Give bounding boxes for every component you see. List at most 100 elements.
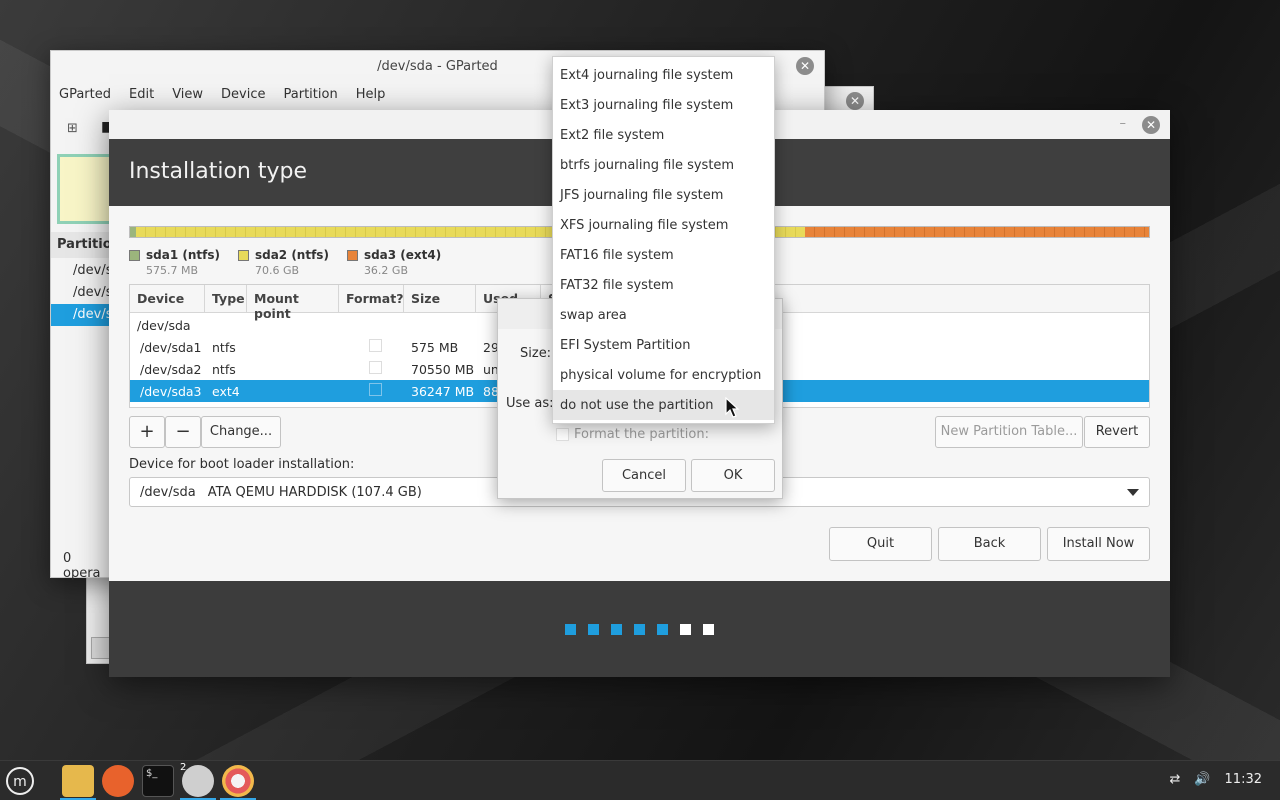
cell-format (339, 361, 404, 377)
format-partition-label: Format the partition: (574, 427, 709, 442)
cell-format (339, 339, 404, 355)
legend-item: sda1 (ntfs) 575.7 MB (129, 248, 220, 277)
progress-dot-pending (680, 624, 691, 635)
option-do-not-use[interactable]: do not use the partition (553, 390, 774, 420)
close-icon[interactable]: ✕ (796, 57, 814, 75)
progress-dot-done (657, 624, 668, 635)
column-size[interactable]: Size (404, 285, 476, 312)
option-efi[interactable]: EFI System Partition (553, 330, 774, 360)
cell-type: ntfs (212, 361, 236, 377)
minimize-icon[interactable]: – (1120, 116, 1127, 131)
option-swap[interactable]: swap area (553, 300, 774, 330)
option-ext4[interactable]: Ext4 journaling file system (553, 60, 774, 90)
system-tray: ⇄ 🔊 11:32 (1169, 772, 1262, 787)
boot-device-description: ATA QEMU HARDDISK (107.4 GB) (207, 484, 422, 500)
size-label: Size: (520, 346, 552, 361)
clock[interactable]: 11:32 (1225, 772, 1262, 787)
mint-menu-icon[interactable]: m (4, 765, 36, 797)
cell-device: /dev/sda3 (140, 383, 202, 399)
column-format[interactable]: Format? (339, 285, 404, 312)
network-icon[interactable]: ⇄ (1169, 772, 1180, 787)
boot-loader-label: Device for boot loader installation: (129, 457, 355, 472)
files-icon[interactable] (62, 765, 94, 797)
remove-partition-button[interactable]: − (165, 416, 201, 448)
cell-device: /dev/sda2 (140, 361, 202, 377)
cell-type: ext4 (212, 383, 240, 399)
change-partition-button[interactable]: Change... (201, 416, 281, 448)
option-fat32[interactable]: FAT32 file system (553, 270, 774, 300)
gparted-icon[interactable] (222, 765, 254, 797)
option-encryption[interactable]: physical volume for encryption (553, 360, 774, 390)
quit-button[interactable]: Quit (829, 527, 932, 561)
legend-name: sda1 (ntfs) (146, 248, 220, 262)
cell-size: 36247 MB (411, 383, 475, 399)
gparted-title: /dev/sda - GParted (377, 58, 498, 74)
cell-size: 70550 MB (411, 361, 475, 377)
format-option[interactable]: Format the partition: (556, 427, 709, 442)
disk-legend: sda1 (ntfs) 575.7 MB sda2 (ntfs) 70.6 GB… (129, 248, 441, 277)
segment-sda3 (805, 227, 1149, 237)
back-button[interactable]: Back (938, 527, 1041, 561)
legend-swatch (237, 249, 249, 261)
use-as-label: Use as: (506, 396, 554, 411)
ok-button[interactable]: OK (691, 459, 775, 492)
legend-swatch (346, 249, 358, 261)
menu-edit[interactable]: Edit (129, 87, 154, 102)
close-icon[interactable]: ✕ (1142, 116, 1160, 134)
progress-dot-done (634, 624, 645, 635)
menu-partition[interactable]: Partition (284, 87, 338, 102)
progress-dot-done (611, 624, 622, 635)
cell-device: /dev/sda (137, 317, 191, 333)
new-partition-table-button[interactable]: New Partition Table... (935, 416, 1083, 448)
add-partition-button[interactable]: + (129, 416, 165, 448)
cell-format (339, 383, 404, 399)
terminal-icon[interactable]: $_ (142, 765, 174, 797)
legend-swatch (129, 249, 140, 261)
revert-button[interactable]: Revert (1084, 416, 1150, 448)
option-ext3[interactable]: Ext3 journaling file system (553, 90, 774, 120)
page-title: Installation type (129, 159, 307, 184)
column-type[interactable]: Type (205, 285, 247, 312)
format-checkbox[interactable] (368, 339, 382, 352)
column-mount-point[interactable]: Mount point (247, 285, 339, 321)
option-btrfs[interactable]: btrfs journaling file system (553, 150, 774, 180)
menu-device[interactable]: Device (221, 87, 265, 102)
cancel-button[interactable]: Cancel (602, 459, 686, 492)
partition-row[interactable]: /dev/s (51, 282, 112, 304)
column-device[interactable]: Device (130, 285, 205, 312)
partition-column-header: Partitio (51, 232, 112, 258)
new-partition-icon[interactable]: ⊞ (67, 121, 78, 136)
cell-device: /dev/sda1 (140, 339, 202, 355)
legend-size: 36.2 GB (363, 264, 408, 277)
format-checkbox[interactable] (368, 361, 382, 374)
progress-dot-pending (703, 624, 714, 635)
taskbar: m $_ 2 ⇄ 🔊 11:32 (0, 760, 1280, 800)
option-jfs[interactable]: JFS journaling file system (553, 180, 774, 210)
volume-icon[interactable]: 🔊 (1194, 772, 1210, 787)
progress-dot-done (565, 624, 576, 635)
installer-disc-icon[interactable]: 2 (180, 762, 214, 797)
option-xfs[interactable]: XFS journaling file system (553, 210, 774, 240)
legend-item: sda2 (ntfs) 70.6 GB (237, 248, 329, 277)
legend-name: sda2 (ntfs) (254, 248, 329, 262)
legend-name: sda3 (ext4) (363, 248, 442, 262)
chevron-down-icon (1127, 489, 1139, 496)
format-checkbox[interactable] (368, 383, 382, 396)
install-now-button[interactable]: Install Now (1047, 527, 1150, 561)
window-count-badge: 2 (180, 762, 187, 773)
menu-view[interactable]: View (172, 87, 203, 102)
partition-row-selected[interactable]: /dev/s (51, 304, 112, 326)
close-icon[interactable]: ✕ (846, 92, 864, 110)
legend-size: 575.7 MB (146, 264, 199, 277)
option-ext2[interactable]: Ext2 file system (553, 120, 774, 150)
option-fat16[interactable]: FAT16 file system (553, 240, 774, 270)
menu-gparted[interactable]: GParted (59, 87, 111, 102)
format-partition-checkbox[interactable] (556, 428, 569, 441)
svg-text:m: m (13, 774, 27, 790)
use-as-dropdown-list: Ext4 journaling file system Ext3 journal… (552, 56, 775, 424)
legend-item: sda3 (ext4) 36.2 GB (346, 248, 442, 277)
legend-size: 70.6 GB (254, 264, 300, 277)
partition-row[interactable]: /dev/s (51, 260, 112, 282)
firefox-icon[interactable] (102, 765, 134, 797)
menu-help[interactable]: Help (356, 87, 386, 102)
